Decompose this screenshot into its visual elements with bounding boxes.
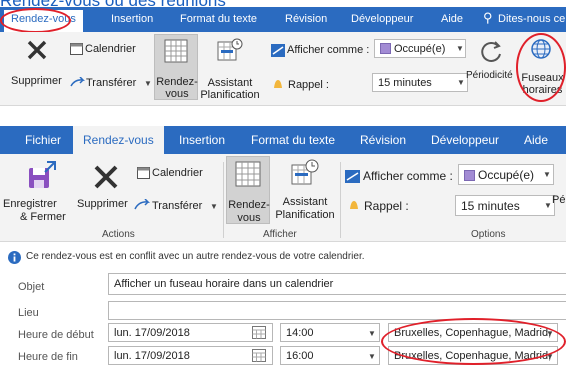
- grid-calendar-icon: [164, 39, 188, 63]
- tab-aide[interactable]: Aide: [524, 133, 548, 147]
- group-label-actions: Actions: [102, 229, 135, 240]
- subject-input[interactable]: Afficher un fuseau horaire dans un calen…: [108, 273, 566, 295]
- reminder-dropdown[interactable]: 15 minutes: [455, 195, 555, 216]
- appointment-view-button[interactable]: Rendez- vous: [226, 156, 270, 224]
- location-label: Lieu: [18, 307, 39, 319]
- show-as-label: Afficher comme :: [363, 169, 453, 183]
- tab-fichier[interactable]: Fichier: [25, 133, 61, 147]
- chevron-down-icon: ▼: [457, 78, 465, 87]
- save-close-icon: [29, 161, 56, 188]
- tab-aide[interactable]: Aide: [441, 13, 463, 25]
- tab-developpeur[interactable]: Développeur: [431, 133, 499, 147]
- delete-button[interactable]: Supprimer: [11, 75, 62, 87]
- tab-insertion[interactable]: Insertion: [111, 13, 153, 25]
- grid-calendar-icon: [235, 161, 261, 187]
- calendar-button[interactable]: Calendrier: [152, 167, 203, 179]
- delete-button[interactable]: Supprimer: [77, 198, 128, 210]
- tab-revision[interactable]: Révision: [360, 133, 406, 147]
- conflict-message: Ce rendez-vous est en conflit avec un au…: [26, 251, 365, 262]
- ribbon-large: Enregistrer & Fermer Supprimer Calendrie…: [0, 154, 566, 242]
- group-label-options: Options: [471, 229, 506, 240]
- reminder-dropdown[interactable]: 15 minutes: [372, 73, 468, 92]
- group-divider: [223, 162, 224, 238]
- ribbon-tabs-small: Rendez-vous Insertion Format du texte Ré…: [0, 7, 566, 32]
- show-as-icon: [345, 170, 360, 183]
- tell-me-box[interactable]: Dites-nous ce: [498, 13, 565, 25]
- screenshot-root: Rendez-vous ou des réunions Rendez-vous …: [0, 0, 566, 365]
- bell-icon: [350, 201, 358, 209]
- ribbon-tabs-large: Fichier Rendez-vous Insertion Format du …: [0, 126, 566, 154]
- delete-x-icon: [27, 40, 47, 60]
- chevron-down-icon: ▼: [368, 352, 376, 361]
- calendar-picker-icon[interactable]: [252, 349, 266, 362]
- scheduling-assistant-button[interactable]: Assistant: [272, 196, 338, 208]
- recurrence-button[interactable]: Périodicité: [466, 70, 513, 82]
- busy-swatch-icon: [380, 43, 391, 54]
- show-as-label: Afficher comme :: [287, 44, 370, 56]
- end-time-label: Heure de fin: [18, 351, 78, 363]
- end-timezone-select[interactable]: Bruxelles, Copenhague, Madrid,: [388, 346, 558, 365]
- calendar-picker-icon[interactable]: [252, 326, 266, 339]
- calendar-icon: [70, 43, 83, 55]
- show-as-icon: [271, 44, 285, 57]
- calendar-icon: [137, 167, 150, 179]
- tab-revision[interactable]: Révision: [285, 13, 327, 25]
- lightbulb-icon: ⚲: [483, 10, 493, 25]
- group-label-afficher: Afficher: [263, 229, 297, 240]
- scheduling-assistant-icon: [291, 159, 319, 185]
- start-date-input[interactable]: lun. 17/09/2018: [108, 323, 273, 342]
- forward-icon: [70, 77, 85, 87]
- scheduling-assistant-button[interactable]: Assistant: [200, 77, 260, 89]
- conflict-info-bar: Ce rendez-vous est en conflit avec un au…: [0, 248, 566, 266]
- tab-developpeur[interactable]: Développeur: [351, 13, 413, 25]
- forward-button[interactable]: Transférer: [86, 77, 136, 89]
- chevron-down-icon: ▼: [543, 170, 551, 179]
- recurrence-icon: [481, 41, 501, 62]
- reminder-label: Rappel :: [364, 199, 409, 213]
- start-timezone-select[interactable]: Bruxelles, Copenhague, Madrid,: [388, 323, 558, 342]
- start-time-label: Heure de début: [18, 329, 94, 341]
- chevron-down-icon: ▼: [546, 329, 554, 338]
- bell-icon: [274, 80, 282, 88]
- recurrence-button[interactable]: Pé: [552, 194, 565, 206]
- tab-rendez-vous[interactable]: Rendez-vous: [4, 10, 83, 32]
- tab-format-du-texte[interactable]: Format du texte: [180, 13, 257, 25]
- forward-button[interactable]: Transférer: [152, 200, 202, 212]
- chevron-down-icon: ▼: [144, 79, 152, 88]
- start-time-input[interactable]: 14:00: [280, 323, 380, 342]
- ribbon-small: Supprimer Calendrier Transférer ▼ Rendez…: [0, 32, 566, 106]
- delete-x-icon: [94, 165, 118, 189]
- info-icon: [8, 251, 21, 264]
- calendar-button[interactable]: Calendrier: [85, 43, 136, 55]
- subject-label: Objet: [18, 281, 45, 293]
- chevron-down-icon: ▼: [368, 329, 376, 338]
- show-as-dropdown[interactable]: Occupé(e): [458, 164, 554, 185]
- reminder-label: Rappel :: [288, 79, 329, 91]
- tab-format-du-texte[interactable]: Format du texte: [251, 133, 335, 147]
- end-time-input[interactable]: 16:00: [280, 346, 380, 365]
- chevron-down-icon: ▼: [544, 201, 552, 210]
- location-input[interactable]: [108, 301, 566, 320]
- tab-rendez-vous[interactable]: Rendez-vous: [73, 126, 164, 154]
- time-zones-button[interactable]: Fuseaux: [519, 72, 566, 84]
- scheduling-assistant-icon: [217, 38, 243, 61]
- appointment-view-button[interactable]: Rendez- vous: [154, 34, 198, 100]
- save-close-button[interactable]: Enregistrer: [3, 198, 57, 210]
- chevron-down-icon: ▼: [546, 352, 554, 361]
- chevron-down-icon: ▼: [456, 44, 464, 53]
- show-as-dropdown[interactable]: Occupé(e): [374, 39, 466, 58]
- end-date-input[interactable]: lun. 17/09/2018: [108, 346, 273, 365]
- tab-insertion[interactable]: Insertion: [179, 133, 225, 147]
- group-divider: [340, 162, 341, 238]
- globe-icon: [531, 39, 551, 59]
- chevron-down-icon: ▼: [210, 202, 218, 211]
- forward-icon: [134, 199, 151, 210]
- busy-swatch-icon: [464, 170, 475, 181]
